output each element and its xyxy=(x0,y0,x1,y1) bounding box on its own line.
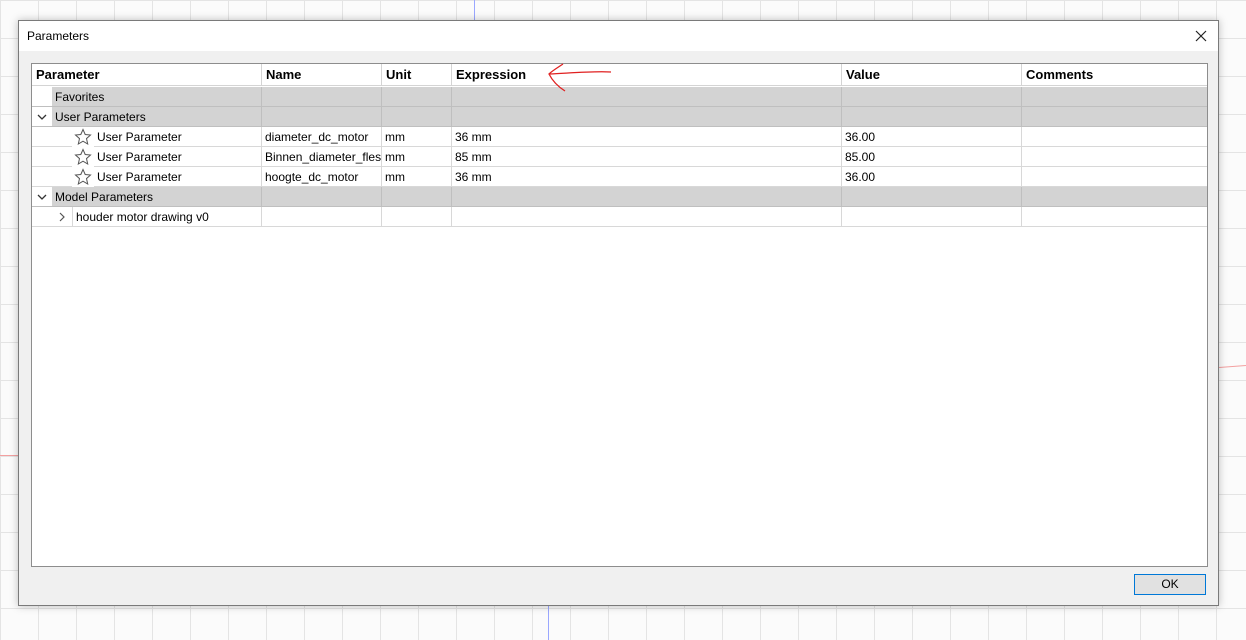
canvas-axis-line xyxy=(548,606,549,640)
star-icon xyxy=(74,128,92,146)
canvas-axis-line xyxy=(474,0,475,22)
column-header-parameter[interactable]: Parameter xyxy=(32,64,262,86)
column-header-unit[interactable]: Unit xyxy=(382,64,452,86)
expander-toggle[interactable] xyxy=(34,107,50,126)
parameter-cell: User Parameter xyxy=(94,147,262,167)
expression-cell[interactable]: 85 mm xyxy=(452,147,842,167)
table-row[interactable]: User Parameter Binnen_diameter_fles mm 8… xyxy=(32,147,1207,167)
comments-cell[interactable] xyxy=(1022,167,1207,187)
name-cell[interactable]: hoogte_dc_motor xyxy=(262,167,382,187)
value-cell: 36.00 xyxy=(842,127,1022,147)
column-header-value[interactable]: Value xyxy=(842,64,1022,86)
canvas-axis-line xyxy=(0,455,19,456)
group-row-user-parameters[interactable]: User Parameters xyxy=(32,107,1207,127)
chevron-right-icon xyxy=(59,212,65,222)
group-label: Favorites xyxy=(52,87,262,107)
unit-cell[interactable]: mm xyxy=(382,167,452,187)
expander-toggle[interactable] xyxy=(34,187,50,206)
parameter-cell: User Parameter xyxy=(94,167,262,187)
chevron-down-icon xyxy=(37,114,47,120)
parameter-cell: User Parameter xyxy=(94,127,262,147)
unit-cell[interactable]: mm xyxy=(382,127,452,147)
star-icon xyxy=(74,148,92,166)
column-header-expression[interactable]: Expression xyxy=(452,64,842,86)
favorite-star-button[interactable] xyxy=(74,148,92,166)
ok-button[interactable]: OK xyxy=(1134,574,1206,595)
group-row-model-parameters[interactable]: Model Parameters xyxy=(32,187,1207,207)
expander-toggle[interactable] xyxy=(54,207,70,226)
name-cell[interactable]: Binnen_diameter_fles xyxy=(262,147,382,167)
parameters-table: Parameter Name Unit Expression Value Com… xyxy=(31,63,1208,567)
group-label: Model Parameters xyxy=(52,187,262,207)
canvas-axis-line xyxy=(1218,365,1246,368)
comments-cell[interactable] xyxy=(1022,127,1207,147)
parameters-dialog: Parameters Parameter Name Unit Expressio… xyxy=(18,20,1219,606)
dialog-title: Parameters xyxy=(27,29,90,43)
star-icon xyxy=(74,168,92,186)
dialog-titlebar: Parameters xyxy=(19,21,1218,51)
value-cell: 36.00 xyxy=(842,167,1022,187)
expression-cell[interactable]: 36 mm xyxy=(452,167,842,187)
group-label: User Parameters xyxy=(55,110,146,124)
unit-cell[interactable]: mm xyxy=(382,147,452,167)
red-arrow-annotation-icon xyxy=(548,63,612,92)
name-cell[interactable]: diameter_dc_motor xyxy=(262,127,382,147)
table-row[interactable]: User Parameter diameter_dc_motor mm 36 m… xyxy=(32,127,1207,147)
comments-cell[interactable] xyxy=(1022,147,1207,167)
group-row-favorites[interactable]: Favorites xyxy=(32,87,1207,107)
column-header-name[interactable]: Name xyxy=(262,64,382,86)
value-cell: 85.00 xyxy=(842,147,1022,167)
close-button[interactable] xyxy=(1190,25,1212,47)
column-header-comments[interactable]: Comments xyxy=(1022,64,1207,86)
close-icon xyxy=(1195,30,1207,42)
table-row[interactable]: User Parameter hoogte_dc_motor mm 36 mm … xyxy=(32,167,1207,187)
component-label: houder motor drawing v0 xyxy=(72,207,262,227)
chevron-down-icon xyxy=(37,194,47,200)
expression-cell[interactable]: 36 mm xyxy=(452,127,842,147)
favorite-star-button[interactable] xyxy=(74,128,92,146)
favorite-star-button[interactable] xyxy=(74,168,92,186)
table-row[interactable]: houder motor drawing v0 xyxy=(32,207,1207,227)
